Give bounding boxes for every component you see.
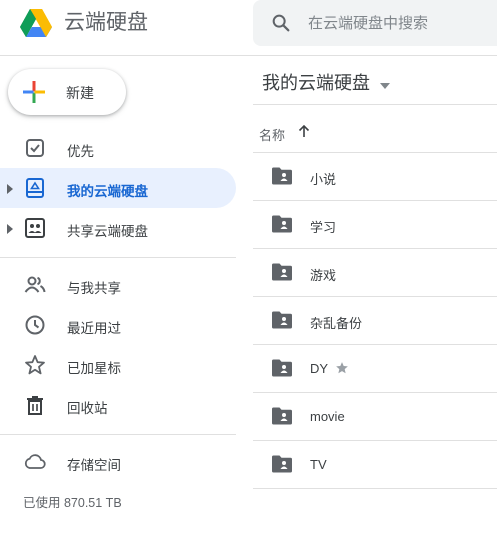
search-input[interactable] <box>302 8 497 38</box>
sidebar-item-shared-with-me[interactable]: 与我共享 <box>0 265 236 305</box>
file-name: movie <box>310 409 345 424</box>
sidebar-item-label: 存储空间 <box>67 458 121 473</box>
sidebar-item-label: 回收站 <box>67 401 108 416</box>
file-name: 学习 <box>310 220 337 235</box>
plus-icon <box>22 80 46 104</box>
app-title: 云端硬盘 <box>64 11 148 34</box>
sidebar-item-label: 最近用过 <box>67 321 121 336</box>
new-button-label: 新建 <box>66 85 94 101</box>
storage-usage-text: 已使用 870.51 TB <box>23 496 122 510</box>
shared-folder-icon <box>271 455 293 473</box>
expand-arrow-icon[interactable] <box>6 182 14 194</box>
trash-icon <box>23 393 47 417</box>
sidebar-item-starred[interactable]: 已加星标 <box>0 345 236 385</box>
file-row[interactable]: 学习 <box>253 201 497 249</box>
shared-with-me-icon <box>23 273 47 297</box>
header-divider <box>0 55 497 56</box>
row-divider <box>253 488 497 489</box>
arrow-up-icon[interactable] <box>297 124 311 138</box>
file-name: TV <box>310 457 327 472</box>
shared-folder-icon <box>271 263 293 281</box>
file-name: 杂乱备份 <box>310 316 363 331</box>
shared-folder-icon <box>271 359 293 377</box>
new-button[interactable]: 新建 <box>8 69 126 115</box>
sidebar-item-recent[interactable]: 最近用过 <box>0 305 236 345</box>
star-filled-icon[interactable] <box>335 361 349 375</box>
sidebar-item-shared-drives[interactable]: 共享云端硬盘 <box>0 208 236 248</box>
search-icon[interactable] <box>270 12 292 34</box>
sidebar-divider <box>0 257 236 258</box>
my-drive-icon <box>23 176 47 200</box>
file-name: DY <box>310 361 329 376</box>
file-row[interactable]: DY <box>253 345 497 393</box>
file-name: 游戏 <box>310 268 337 283</box>
main-divider <box>253 104 497 105</box>
sidebar-item-my-drive[interactable]: 我的云端硬盘 <box>0 168 236 208</box>
sidebar-item-label: 共享云端硬盘 <box>67 224 148 239</box>
sidebar-divider <box>0 434 236 435</box>
priority-check-icon <box>23 136 47 160</box>
shared-folder-icon <box>271 311 293 329</box>
file-name: 小说 <box>310 172 337 187</box>
shared-drives-icon <box>23 216 47 240</box>
file-row[interactable]: 杂乱备份 <box>253 297 497 345</box>
file-row[interactable]: TV <box>253 441 497 489</box>
shared-folder-icon <box>271 407 293 425</box>
sidebar-item-label: 我的云端硬盘 <box>67 184 148 199</box>
file-row[interactable]: 小说 <box>253 153 497 201</box>
cloud-icon <box>23 450 47 474</box>
file-row[interactable]: movie <box>253 393 497 441</box>
sidebar-item-label: 与我共享 <box>67 281 121 296</box>
file-row[interactable]: 游戏 <box>253 249 497 297</box>
shared-folder-icon <box>271 167 293 185</box>
star-outline-icon <box>23 353 47 377</box>
sidebar-item-label: 已加星标 <box>67 361 121 376</box>
sidebar-item-storage[interactable]: 存储空间 <box>0 442 236 482</box>
breadcrumb-my-drive[interactable]: 我的云端硬盘 <box>262 69 370 95</box>
sidebar-item-label: 优先 <box>67 144 94 159</box>
caret-down-icon[interactable] <box>380 76 390 89</box>
drive-logo-icon[interactable] <box>18 5 54 41</box>
column-header-name[interactable]: 名称 <box>259 125 285 144</box>
sidebar-item-priority[interactable]: 优先 <box>0 128 236 168</box>
expand-arrow-icon[interactable] <box>6 222 14 234</box>
sidebar-item-trash[interactable]: 回收站 <box>0 385 236 425</box>
clock-icon <box>23 313 47 337</box>
shared-folder-icon <box>271 215 293 233</box>
